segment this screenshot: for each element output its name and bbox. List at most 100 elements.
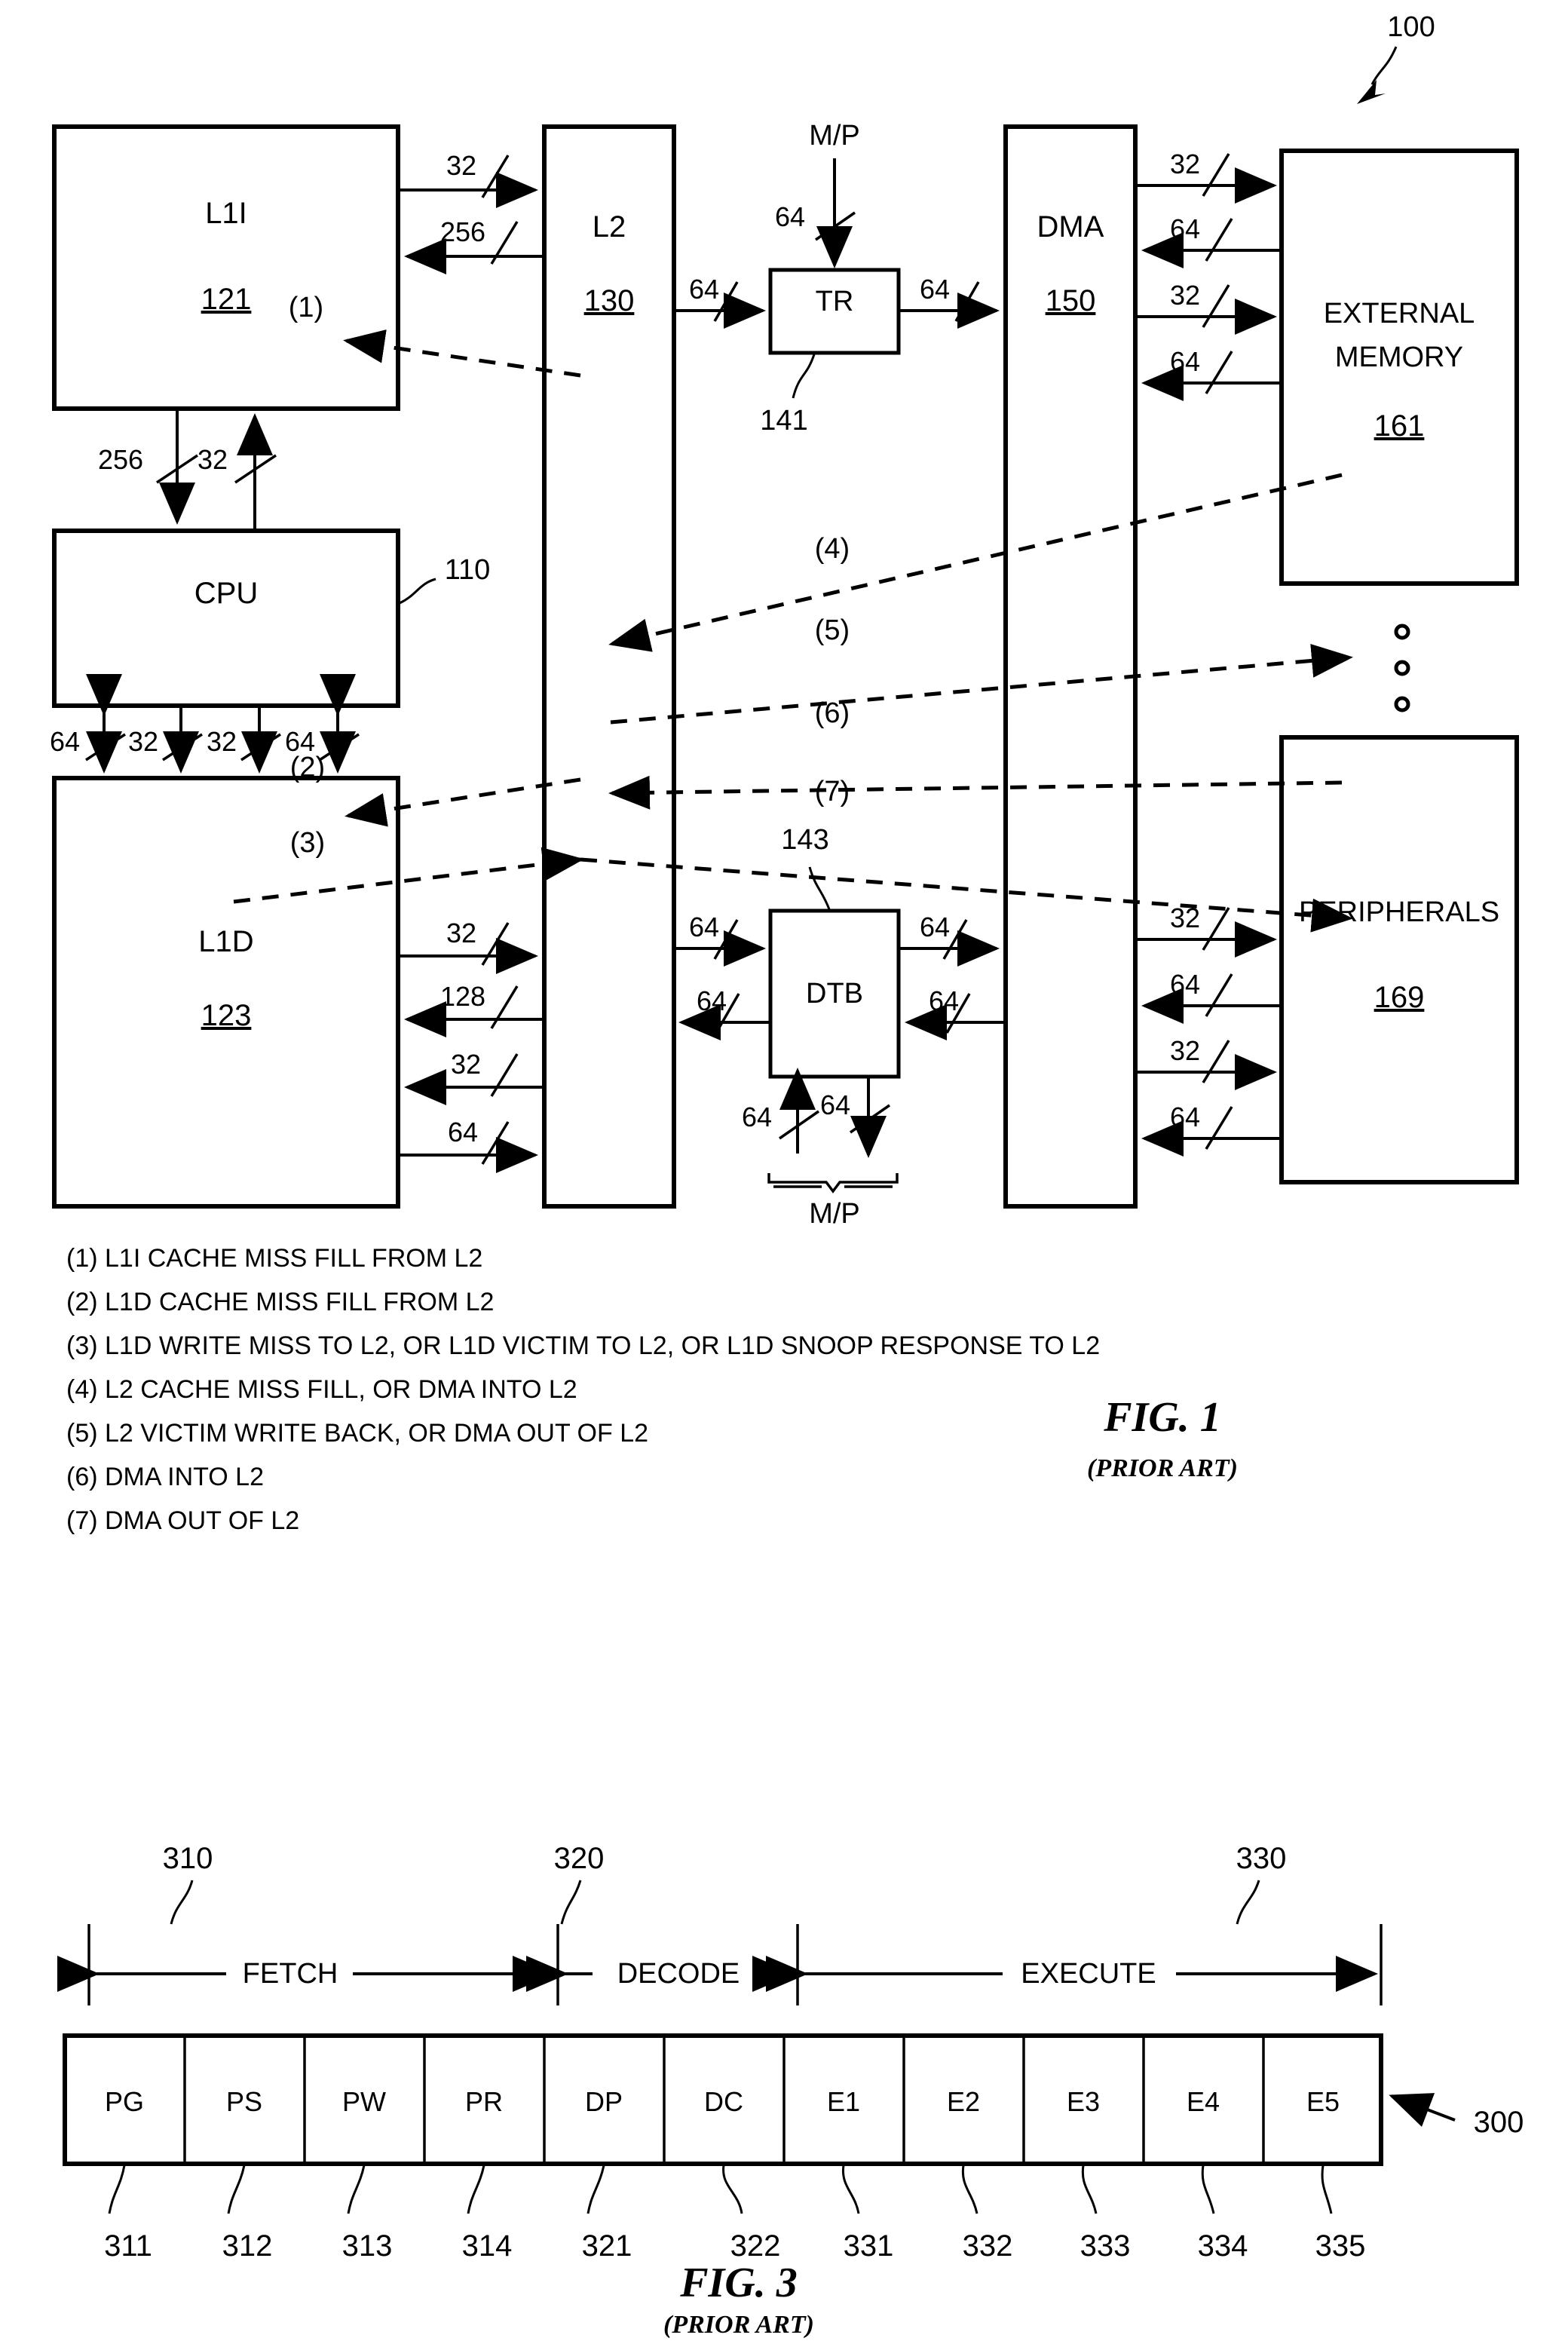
block-dma-label: DMA: [1037, 210, 1104, 244]
bus-width-l1d-to-l2-a: 32: [446, 918, 476, 948]
stage-reference-numbers: 311 312 313 314 321 322 331 332 333 334 …: [104, 2165, 1365, 2263]
slash-dma-per-4: [1205, 1106, 1233, 1150]
legend-item-6: (6) DMA INTO L2: [66, 1463, 264, 1491]
block-cpu-label: CPU: [194, 577, 258, 610]
bus-width-cpu-l1d-3: 32: [207, 726, 237, 757]
bus-width-cpu-to-l1i: 32: [198, 444, 228, 475]
stage-label-e2: E2: [947, 2086, 980, 2117]
stage-label-e5: E5: [1306, 2086, 1340, 2117]
flow-line-6: [608, 775, 1343, 810]
flow-tag-2: (2): [290, 752, 325, 783]
slash-dma-per-3: [1202, 1040, 1230, 1083]
ref-143-label: 143: [781, 824, 828, 856]
ref-143-leader: [808, 866, 831, 910]
group-ref-330: 330: [1236, 1842, 1287, 1875]
bus-width-dma-ext-4: 64: [1170, 346, 1200, 377]
stage-label-ps: PS: [226, 2086, 262, 2117]
slash-tr-dma: [954, 281, 980, 322]
group-ref-310: 310: [163, 1842, 213, 1875]
legend-item-7: (7) DMA OUT OF L2: [66, 1506, 299, 1535]
ref-141-label: 141: [760, 405, 807, 437]
bus-width-l1i-to-cpu: 256: [98, 444, 143, 475]
block-peripherals: [1279, 735, 1519, 1184]
block-external-memory-label-2: MEMORY: [1335, 342, 1463, 373]
group-ref-310-leader: [170, 1880, 194, 1925]
stage-label-dp: DP: [585, 2086, 623, 2117]
bus-width-dtb-to-dma: 64: [920, 912, 950, 942]
bus-width-dma-ext-2: 64: [1170, 213, 1200, 244]
stage-ref-311: 311: [104, 2229, 152, 2263]
stage-ref-333: 333: [1080, 2229, 1131, 2263]
bus-width-l1d-to-l2-b: 64: [448, 1117, 478, 1147]
bus-width-dma-to-dtb: 64: [929, 985, 959, 1016]
mp-top-label: M/P: [809, 120, 860, 152]
block-dtb-label: DTB: [806, 978, 863, 1010]
brace-icon: [767, 1173, 899, 1193]
slash-dma-ext-3: [1202, 284, 1230, 328]
block-peripherals-label: PERIPHERALS: [1299, 896, 1499, 928]
stage-label-e3: E3: [1067, 2086, 1100, 2117]
legend-item-3: (3) L1D WRITE MISS TO L2, OR L1D VICTIM …: [66, 1331, 1100, 1360]
bus-width-dma-ext-1: 32: [1170, 149, 1200, 179]
stage-label-pr: PR: [465, 2086, 503, 2117]
slash-dma-per-1: [1202, 907, 1230, 951]
bus-width-mp-to-dtb: 64: [742, 1102, 772, 1132]
ref-100-label: 100: [1387, 11, 1435, 43]
flow-tag-3: (3): [290, 827, 325, 859]
group-label-execute: EXECUTE: [1021, 1958, 1156, 1990]
bus-width-dma-per-4: 64: [1170, 1102, 1200, 1132]
legend-item-5: (5) L2 VICTIM WRITE BACK, OR DMA OUT OF …: [66, 1419, 648, 1448]
slash-l2-l1d-a: [490, 985, 519, 1029]
bus-width-l2-to-l1d-b: 32: [451, 1049, 481, 1080]
legend-item-1: (1) L1I CACHE MISS FILL FROM L2: [66, 1244, 482, 1273]
flow-tag-4: (4): [815, 533, 850, 565]
bus-width-l1i-to-l2: 32: [446, 150, 476, 181]
group-label-decode: DECODE: [617, 1958, 740, 1990]
group-ref-330-leader: [1236, 1880, 1260, 1925]
stage-ref-334: 334: [1198, 2229, 1248, 2263]
flow-tag-1: (1): [289, 292, 323, 323]
bus-width-dtb-to-l2: 64: [697, 985, 727, 1016]
block-l1d-label: L1D: [198, 925, 253, 958]
ref-100-leader: [1370, 46, 1398, 85]
bus-width-dma-per-2: 64: [1170, 969, 1200, 1000]
block-l1d-ref: 123: [201, 999, 252, 1032]
bus-width-dtb-to-mp: 64: [820, 1089, 850, 1120]
bus-width-l2-to-l1d-a: 128: [440, 981, 485, 1012]
block-l1i-label: L1I: [205, 197, 247, 230]
flow-tag-7: (7): [815, 776, 850, 807]
group-ref-320-leader: [560, 1880, 582, 1925]
stage-ref-335: 335: [1315, 2229, 1366, 2263]
ref-300-arrow: [1389, 2093, 1456, 2127]
figure-1-caption-subtitle: (PRIOR ART): [1087, 1454, 1238, 1482]
bus-width-mp-to-tr: 64: [775, 201, 805, 232]
bus-width-l2-to-dtb: 64: [689, 912, 719, 942]
bus-width-tr-to-dma: 64: [920, 274, 950, 305]
slash-dma-ext-2: [1205, 218, 1233, 262]
legend-item-4: (4) L2 CACHE MISS FILL, OR DMA INTO L2: [66, 1375, 577, 1404]
stage-label-e1: E1: [827, 2086, 860, 2117]
figure-3: 310 320 330 FETCH DECODE EXECUTE PG PS P…: [57, 1842, 1524, 2339]
stage-ref-312: 312: [222, 2229, 273, 2263]
ref-141-leader: [792, 354, 816, 399]
slash-l2-l1d-b: [490, 1053, 519, 1097]
vertical-ellipsis-icon: [1394, 624, 1410, 712]
figure-3-caption-title: FIG. 3: [679, 2260, 798, 2306]
stage-label-pg: PG: [105, 2086, 144, 2117]
flow-tag-6: (6): [815, 697, 850, 729]
block-cpu: [52, 529, 400, 708]
flow-line-4: [608, 473, 1343, 652]
block-dma-ref: 150: [1046, 284, 1096, 317]
stage-ref-314: 314: [462, 2229, 513, 2263]
slash-l1d-l2-a: [481, 922, 510, 966]
block-external-memory-label-1: EXTERNAL: [1324, 298, 1475, 329]
slash-l1d-l2-b: [481, 1121, 510, 1165]
bus-width-l2-to-l1i: 256: [440, 216, 485, 247]
group-ref-320: 320: [554, 1842, 605, 1875]
bus-width-dma-ext-3: 32: [1170, 280, 1200, 311]
block-peripherals-ref: 169: [1374, 981, 1425, 1014]
stage-label-e4: E4: [1187, 2086, 1220, 2117]
block-external-memory-ref: 161: [1374, 409, 1425, 443]
block-l2-label: L2: [593, 210, 626, 244]
figure-1-caption-title: FIG. 1: [1103, 1394, 1221, 1441]
